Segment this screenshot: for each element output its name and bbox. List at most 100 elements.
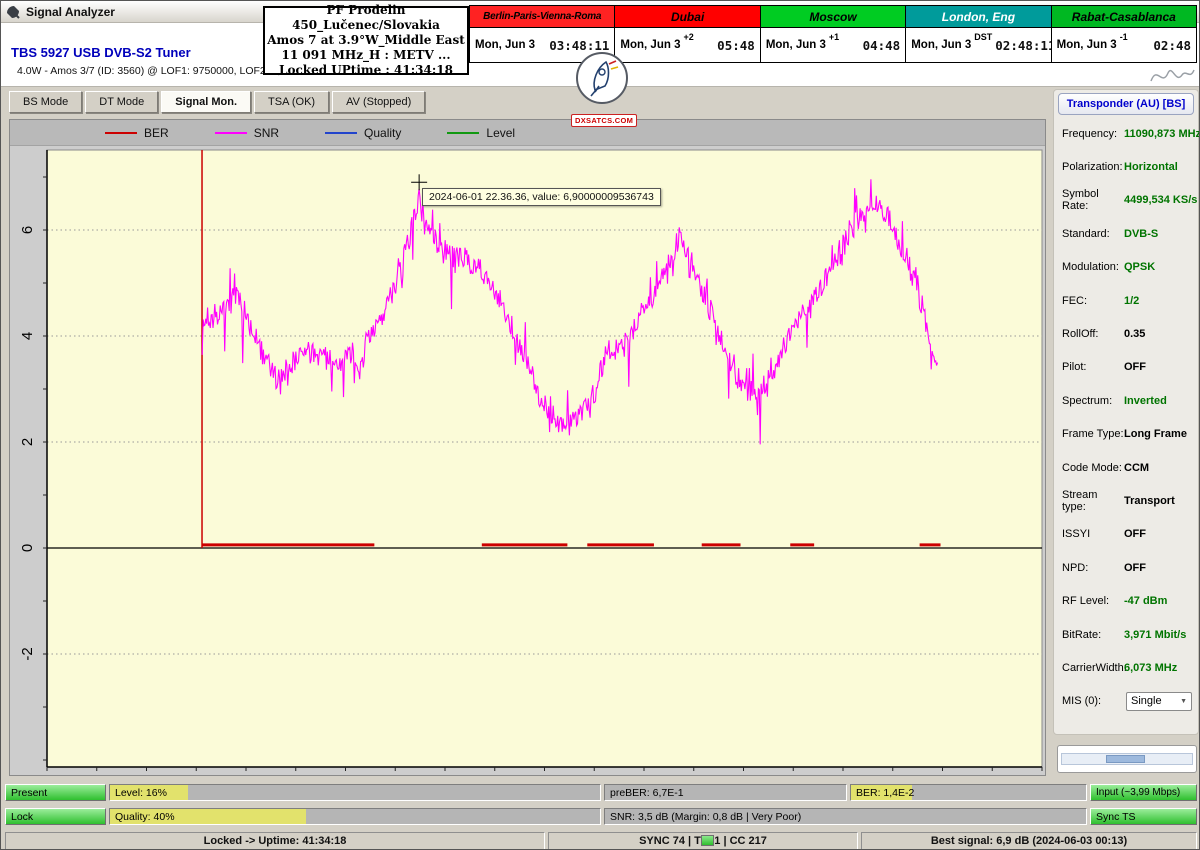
transponder-row-symbol-rate: Symbol Rate:4499,534 KS/s	[1054, 184, 1198, 217]
transponder-value: OFF	[1124, 361, 1146, 373]
transponder-value: Transport	[1124, 495, 1175, 507]
clock-body: Mon, Jun 3-1 02:48	[1052, 28, 1196, 62]
logo-text: DXSATCS.COM	[571, 114, 637, 127]
transponder-label: Modulation:	[1062, 261, 1124, 273]
tab-bs-mode[interactable]: BS Mode	[9, 91, 82, 113]
level-progressbar: Level: 16%	[109, 784, 601, 801]
clock-date: Mon, Jun 3	[911, 39, 971, 51]
tab-av-stopped[interactable]: AV (Stopped)	[332, 91, 425, 113]
clock-city: Dubai	[615, 6, 759, 28]
signal-analyzer-window: Signal Analyzer TBS 5927 USB DVB-S2 Tune…	[0, 0, 1200, 850]
transponder-row-npd: NPD:OFF	[1054, 551, 1198, 584]
signature-graphic	[1149, 61, 1195, 92]
transponder-label: Frame Type:	[1062, 428, 1124, 440]
transponder-label: BitRate:	[1062, 629, 1124, 641]
legend-swatch	[447, 132, 479, 134]
snr-chart: 6420-2	[10, 120, 1047, 777]
transponder-title: Transponder (AU) [BS]	[1058, 93, 1194, 115]
site-info-box: PF Prodelin 450_Lučenec/Slovakia Amos 7 …	[263, 6, 469, 75]
chart-legend: BERSNRQualityLevel	[10, 120, 1045, 146]
tab-dt-mode[interactable]: DT Mode	[85, 91, 158, 113]
snr-bar: SNR: 3,5 dB (Margin: 0,8 dB | Very Poor)	[604, 808, 1087, 825]
transponder-value: Long Frame	[1124, 428, 1187, 440]
rocket-logo-icon	[575, 92, 629, 109]
transponder-row-pilot: Pilot:OFF	[1054, 351, 1198, 384]
transponder-row-code-mode: Code Mode:CCM	[1054, 451, 1198, 484]
transponder-label: Spectrum:	[1062, 395, 1124, 407]
transponder-value: 11090,873 MHz	[1124, 128, 1200, 140]
statusbar-uptime: Locked -> Uptime: 41:34:18	[5, 832, 545, 850]
clock-time: 02:48:11	[995, 38, 1055, 53]
transponder-value: QPSK	[1124, 261, 1155, 273]
transponder-label: Symbol Rate:	[1062, 188, 1124, 212]
transponder-row-carrierwidth: CarrierWidth:6,073 MHz	[1054, 651, 1198, 684]
y-tick-label: 0	[19, 544, 36, 552]
transponder-label: RF Level:	[1062, 595, 1124, 607]
transponder-label: RollOff:	[1062, 328, 1124, 340]
clock-offset: -1	[1120, 32, 1128, 42]
clock-date: Mon, Jun 3	[766, 39, 826, 51]
transponder-label: Code Mode:	[1062, 462, 1124, 474]
transponder-value: 1/2	[1124, 295, 1139, 307]
transponder-value: OFF	[1124, 528, 1146, 540]
tab-signal-mon[interactable]: Signal Mon.	[161, 91, 251, 113]
legend-item-quality: Quality	[325, 126, 401, 140]
transponder-value: -47 dBm	[1124, 595, 1167, 607]
scrollbar-thumb[interactable]	[1106, 755, 1145, 763]
transponder-row-issyi: ISSYIOFF	[1054, 518, 1198, 551]
legend-item-ber: BER	[105, 126, 169, 140]
transponder-value: 0.35	[1124, 328, 1145, 340]
ber-bar: BER: 1,4E-2	[850, 784, 1087, 801]
chart-tooltip: 2024-06-01 22.36.36, value: 6,9000000953…	[422, 188, 661, 206]
clock-city: Moscow	[761, 6, 905, 28]
transponder-row-mis-0: MIS (0):Single▼	[1054, 685, 1198, 718]
transponder-value: 3,971 Mbit/s	[1124, 629, 1186, 641]
clock-date: Mon, Jun 3	[620, 39, 680, 51]
tab-bar: BS ModeDT ModeSignal Mon.TSA (OK)AV (Sto…	[9, 91, 425, 113]
legend-swatch	[105, 132, 137, 134]
clock-time: 02:48	[1153, 38, 1191, 53]
window-title: Signal Analyzer	[26, 5, 115, 19]
y-tick-label: 6	[19, 226, 36, 234]
clock-london-eng: London, EngMon, Jun 3DST02:48:11	[905, 6, 1050, 62]
transponder-label: Polarization:	[1062, 161, 1124, 173]
clock-city: London, Eng	[906, 6, 1050, 28]
dxsatcs-logo: DXSATCS.COM	[571, 51, 633, 128]
clock-city: Berlin-Paris-Vienna-Roma	[470, 6, 614, 28]
transponder-label: Stream type:	[1062, 489, 1124, 513]
clock-offset: DST	[974, 32, 992, 42]
transponder-panel: Transponder (AU) [BS] Frequency:11090,87…	[1053, 89, 1199, 735]
transponder-label: Frequency:	[1062, 128, 1124, 140]
clock-date: Mon, Jun 3	[475, 39, 535, 51]
transponder-label: Pilot:	[1062, 361, 1124, 373]
transponder-label: CarrierWidth:	[1062, 662, 1124, 674]
legend-swatch	[325, 132, 357, 134]
transponder-value: CCM	[1124, 462, 1149, 474]
transponder-row-fec: FEC:1/2	[1054, 284, 1198, 317]
mis-dropdown[interactable]: Single▼	[1126, 692, 1192, 711]
transponder-label: Standard:	[1062, 228, 1124, 240]
site-line-4: Locked UPtime : 41:34:18	[279, 63, 453, 78]
y-tick-label: 2	[19, 438, 36, 446]
horizontal-scrollbar[interactable]	[1061, 753, 1193, 765]
transponder-row-bitrate: BitRate:3,971 Mbit/s	[1054, 618, 1198, 651]
clock-time: 05:48	[717, 38, 755, 53]
transponder-label: ISSYI	[1062, 528, 1124, 540]
tab-tsa-ok[interactable]: TSA (OK)	[254, 91, 329, 113]
clock-offset: +2	[683, 32, 693, 42]
transponder-row-frame-type: Frame Type:Long Frame	[1054, 418, 1198, 451]
present-indicator: Present	[5, 784, 106, 801]
clock-city: Rabat-Casablanca	[1052, 6, 1196, 28]
chevron-down-icon: ▼	[1180, 698, 1187, 705]
transponder-label: NPD:	[1062, 562, 1124, 574]
clock-date: Mon, Jun 3	[1057, 39, 1117, 51]
clock-time: 04:48	[863, 38, 901, 53]
transponder-row-stream-type: Stream type:Transport	[1054, 484, 1198, 517]
transponder-row-frequency: Frequency:11090,873 MHz	[1054, 117, 1198, 150]
transponder-rows: Frequency:11090,873 MHzPolarization:Hori…	[1054, 117, 1198, 718]
lock-indicator: Lock	[5, 808, 106, 825]
clock-dubai: Dubai Mon, Jun 3+2 05:48	[614, 6, 759, 62]
status-led	[701, 835, 714, 846]
clock-body: Mon, Jun 3DST02:48:11	[906, 28, 1050, 62]
transponder-row-rf-level: RF Level:-47 dBm	[1054, 584, 1198, 617]
